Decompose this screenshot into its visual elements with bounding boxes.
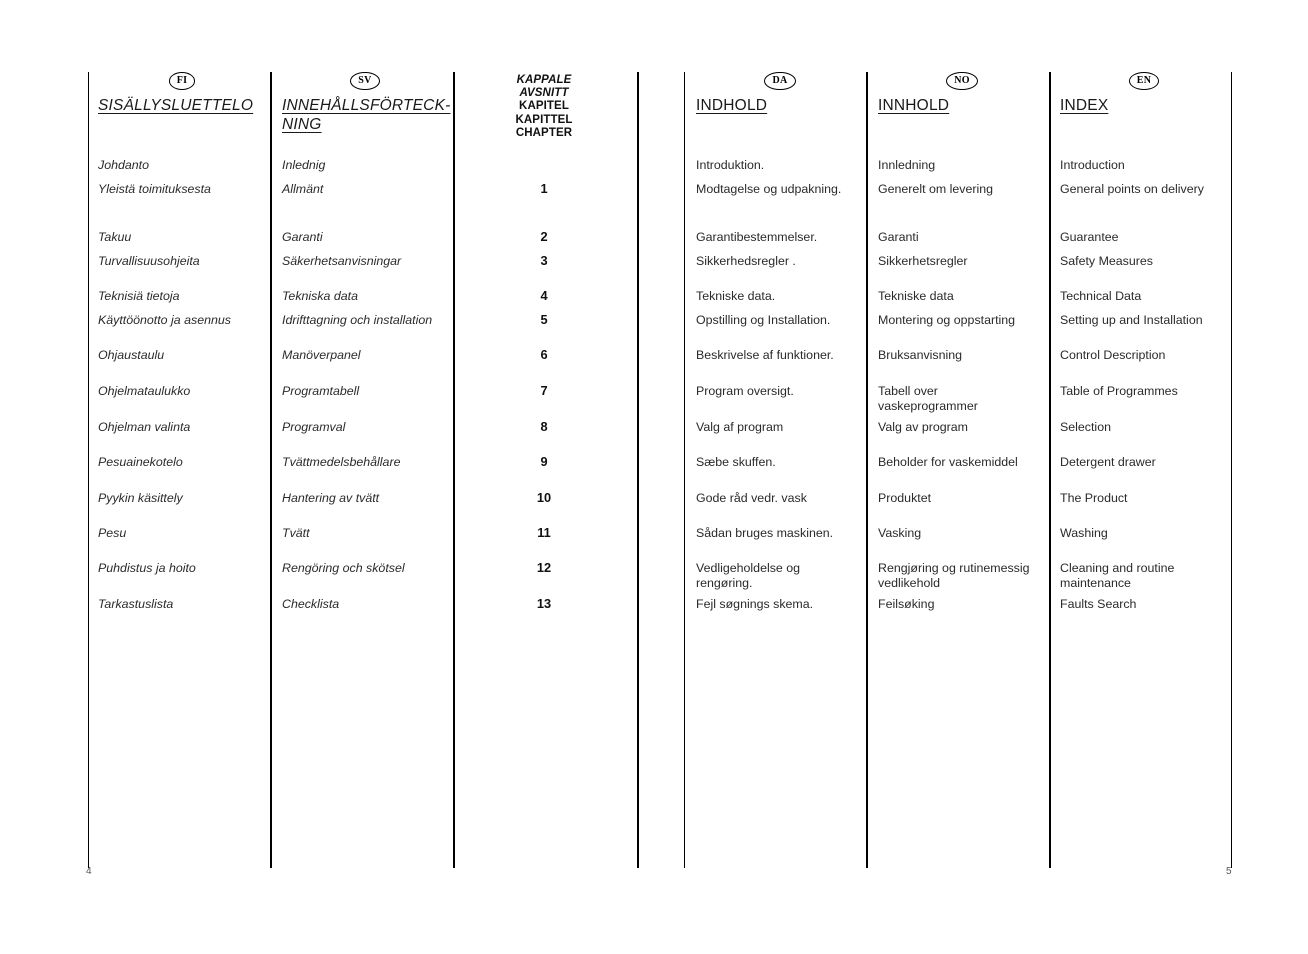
toc-chapter-number: 11 bbox=[537, 525, 551, 540]
page-number-left: 4 bbox=[86, 866, 92, 877]
toc-entry-da: Opstilling og Installation. bbox=[696, 313, 831, 327]
toc-entry-en: Table of Programmes bbox=[1060, 384, 1178, 398]
toc-entry-sv: Manöverpanel bbox=[282, 348, 361, 362]
toc-entry-no: Tekniske data bbox=[878, 289, 954, 303]
toc-entry-fi: Käyttöönotto ja asennus bbox=[98, 313, 231, 327]
toc-chapter-number: 1 bbox=[540, 181, 548, 196]
toc-entry-da: Vedligeholdelse og rengøring. bbox=[696, 561, 801, 590]
toc-entry-fi: Ohjelmataulukko bbox=[98, 384, 191, 398]
toc-entry-sv: Inlednig bbox=[282, 158, 326, 172]
toc-entry-sv: Checklista bbox=[282, 597, 340, 611]
toc-entry-en: Faults Search bbox=[1060, 597, 1137, 611]
toc-entry-fi: Puhdistus ja hoito bbox=[98, 561, 196, 575]
toc-entry-no: Produktet bbox=[878, 491, 932, 505]
toc-entry-fi: Teknisiä tietoja bbox=[98, 289, 180, 303]
toc-rows: Johdanto Inlednig Introduktion. Innledning I… bbox=[0, 0, 1308, 954]
toc-entry-en: Safety Measures bbox=[1060, 254, 1153, 268]
toc-entry-fi: Pesu bbox=[98, 526, 127, 540]
toc-entry-fi: Ohjaustaulu bbox=[98, 348, 165, 362]
toc-chapter-number: 3 bbox=[540, 253, 548, 268]
toc-entry-da: Modtagelse og udpakning. bbox=[696, 182, 842, 196]
toc-entry-da: Program oversigt. bbox=[696, 384, 794, 398]
toc-entry-sv: Programval bbox=[282, 420, 346, 434]
toc-entry-no: Tabell over vaskeprogrammer bbox=[878, 384, 978, 413]
toc-entry-en: Selection bbox=[1060, 420, 1111, 434]
toc-entry-no: Beholder for vaskemiddel bbox=[878, 455, 1018, 469]
toc-entry-no: Bruksanvisning bbox=[878, 348, 963, 362]
toc-chapter-number: 4 bbox=[540, 288, 548, 303]
toc-entry-fi: Pyykin käsittely bbox=[98, 491, 183, 505]
toc-entry-en: The Product bbox=[1060, 491, 1128, 505]
toc-entry-en: Setting up and Installation bbox=[1060, 313, 1203, 327]
toc-entry-no: Innledning bbox=[878, 158, 936, 172]
toc-entry-no: Valg av program bbox=[878, 420, 968, 434]
toc-entry-sv: Tvättmedelsbehållare bbox=[282, 455, 401, 469]
page-number-right: 5 bbox=[1226, 866, 1232, 877]
toc-entry-no: Feilsøking bbox=[878, 597, 935, 611]
toc-entry-fi: Takuu bbox=[98, 230, 132, 244]
toc-entry-en: Washing bbox=[1060, 526, 1108, 540]
toc-entry-sv: Säkerhetsanvisningar bbox=[282, 254, 402, 268]
toc-entry-sv: Rengöring och skötsel bbox=[282, 561, 405, 575]
toc-chapter-number: 9 bbox=[540, 454, 548, 469]
toc-entry-en: Guarantee bbox=[1060, 230, 1119, 244]
toc-entry-en: General points on delivery bbox=[1060, 182, 1204, 196]
toc-chapter-number: 5 bbox=[540, 312, 548, 327]
toc-chapter-number: 13 bbox=[536, 596, 552, 611]
toc-entry-no: Montering og oppstarting bbox=[878, 313, 1016, 327]
toc-entry-no: Generelt om levering bbox=[878, 182, 994, 196]
toc-entry-fi: Yleistä toimituksesta bbox=[98, 182, 211, 196]
toc-entry-da: Sæbe skuffen. bbox=[696, 455, 776, 469]
toc-entry-fi: Tarkastuslista bbox=[98, 597, 174, 611]
toc-entry-no: Rengjøring og rutinemessig vedlikehold bbox=[878, 561, 1030, 590]
toc-entry-fi: Turvallisuusohjeita bbox=[98, 254, 200, 268]
toc-entry-en: Control Description bbox=[1060, 348, 1166, 362]
toc-entry-en: Technical Data bbox=[1060, 289, 1142, 303]
toc-entry-da: Introduktion. bbox=[696, 158, 765, 172]
toc-chapter-number: 6 bbox=[540, 347, 548, 362]
toc-entry-no: Vasking bbox=[878, 526, 922, 540]
toc-entry-sv: Garanti bbox=[282, 230, 323, 244]
toc-entry-sv: Allmänt bbox=[282, 182, 324, 196]
toc-entry-no: Garanti bbox=[878, 230, 919, 244]
toc-entry-da: Sådan bruges maskinen. bbox=[696, 526, 834, 540]
toc-chapter-number: 8 bbox=[540, 419, 548, 434]
page-spread: FI SISÄLLYSLUETTELO SV INNEHÅLLSFÖRTECK-… bbox=[0, 0, 1308, 954]
toc-entry-da: Sikkerhedsregler . bbox=[696, 254, 796, 268]
toc-chapter-number: 10 bbox=[536, 490, 552, 505]
toc-entry-en: Introduction bbox=[1060, 158, 1125, 172]
toc-entry-da: Beskrivelse af funktioner. bbox=[696, 348, 834, 362]
toc-entry-da: Gode råd vedr. vask bbox=[696, 491, 807, 505]
toc-entry-sv: Tekniska data bbox=[282, 289, 359, 303]
toc-chapter-number: 2 bbox=[540, 229, 548, 244]
toc-entry-sv: Hantering av tvätt bbox=[282, 491, 380, 505]
toc-chapter-number: 7 bbox=[540, 383, 548, 398]
toc-entry-fi: Pesuainekotelo bbox=[98, 455, 183, 469]
toc-chapter-number: 12 bbox=[536, 560, 552, 575]
toc-entry-sv: Programtabell bbox=[282, 384, 360, 398]
toc-entry-en: Detergent drawer bbox=[1060, 455, 1156, 469]
toc-entry-da: Valg af program bbox=[696, 420, 784, 434]
toc-entry-da: Fejl søgnings skema. bbox=[696, 597, 814, 611]
toc-entry-fi: Ohjelman valinta bbox=[98, 420, 191, 434]
toc-entry-fi: Johdanto bbox=[98, 158, 149, 172]
toc-entry-sv: Tvätt bbox=[282, 526, 310, 540]
toc-entry-da: Tekniske data. bbox=[696, 289, 776, 303]
toc-entry-sv: Idrifttagning och installation bbox=[282, 313, 433, 327]
toc-entry-en: Cleaning and routine maintenance bbox=[1060, 561, 1175, 590]
toc-entry-no: Sikkerhetsregler bbox=[878, 254, 968, 268]
toc-entry-da: Garantibestemmelser. bbox=[696, 230, 818, 244]
